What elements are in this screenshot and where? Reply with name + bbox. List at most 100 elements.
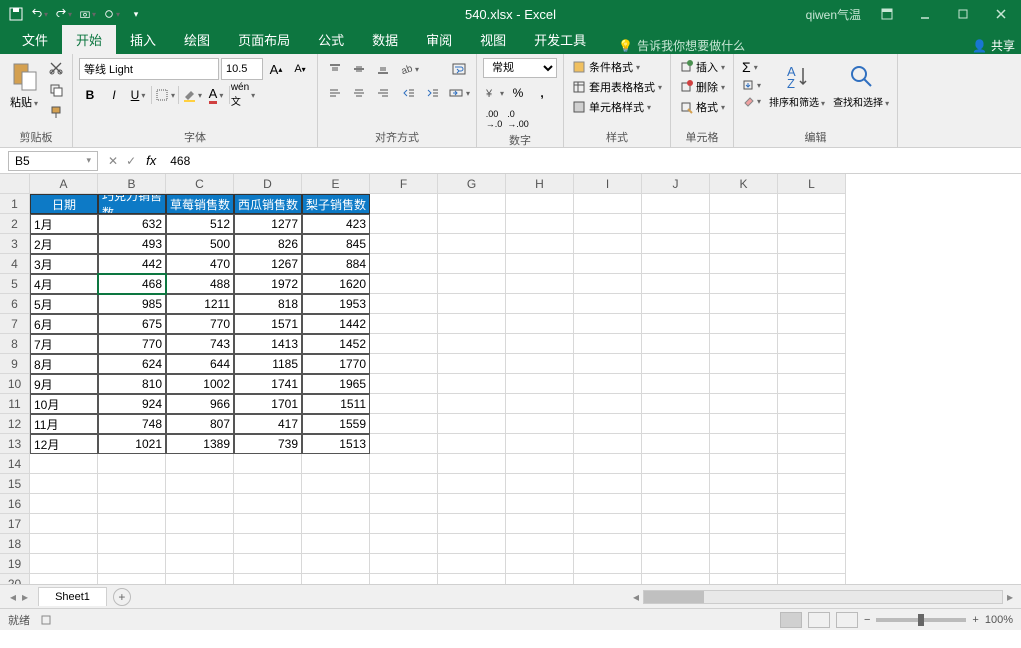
cell[interactable] — [302, 494, 370, 514]
cell[interactable] — [710, 214, 778, 234]
cell[interactable]: 1277 — [234, 214, 302, 234]
cell[interactable]: 草莓销售数 — [166, 194, 234, 214]
cell[interactable]: 966 — [166, 394, 234, 414]
camera-icon[interactable] — [80, 6, 96, 22]
cell[interactable] — [574, 294, 642, 314]
cell[interactable] — [234, 514, 302, 534]
cancel-icon[interactable]: ✕ — [108, 154, 118, 168]
cell[interactable]: 西瓜销售数 — [234, 194, 302, 214]
cell[interactable] — [98, 454, 166, 474]
cell[interactable]: 1021 — [98, 434, 166, 454]
cell[interactable] — [166, 554, 234, 574]
cell[interactable] — [166, 574, 234, 584]
cell[interactable]: 500 — [166, 234, 234, 254]
cell[interactable] — [642, 294, 710, 314]
cell[interactable]: 1571 — [234, 314, 302, 334]
tab-插入[interactable]: 插入 — [116, 25, 170, 54]
cell[interactable] — [642, 494, 710, 514]
cell[interactable] — [370, 354, 438, 374]
column-header[interactable]: I — [574, 174, 642, 194]
cell[interactable]: 10月 — [30, 394, 98, 414]
cell[interactable]: 1002 — [166, 374, 234, 394]
cell[interactable] — [574, 214, 642, 234]
align-middle-icon[interactable] — [348, 58, 370, 80]
align-top-icon[interactable] — [324, 58, 346, 80]
zoom-thumb[interactable] — [918, 614, 924, 626]
maximize-icon[interactable] — [951, 2, 975, 26]
zoom-slider[interactable] — [876, 618, 966, 622]
cell[interactable] — [778, 254, 846, 274]
scroll-thumb[interactable] — [644, 591, 704, 603]
row-header[interactable]: 17 — [0, 514, 30, 534]
cell[interactable]: 739 — [234, 434, 302, 454]
cell[interactable] — [506, 254, 574, 274]
cell[interactable] — [438, 514, 506, 534]
cell[interactable]: 日期 — [30, 194, 98, 214]
cell[interactable] — [710, 394, 778, 414]
row-header[interactable]: 7 — [0, 314, 30, 334]
redo-icon[interactable] — [56, 6, 72, 22]
cell[interactable] — [642, 194, 710, 214]
align-left-icon[interactable] — [324, 82, 346, 104]
row-header[interactable]: 9 — [0, 354, 30, 374]
tab-公式[interactable]: 公式 — [304, 25, 358, 54]
cell[interactable] — [506, 334, 574, 354]
bold-button[interactable]: B — [79, 84, 101, 106]
cell[interactable] — [438, 414, 506, 434]
tell-me-box[interactable]: 💡 告诉我你想要做什么 — [618, 37, 745, 54]
row-header[interactable]: 2 — [0, 214, 30, 234]
cell[interactable]: 1972 — [234, 274, 302, 294]
number-format-select[interactable]: 常规 — [483, 58, 557, 78]
cell[interactable] — [642, 434, 710, 454]
cell[interactable] — [710, 294, 778, 314]
cell[interactable] — [302, 514, 370, 534]
cell[interactable]: 1452 — [302, 334, 370, 354]
cell[interactable]: 1月 — [30, 214, 98, 234]
cell[interactable] — [778, 534, 846, 554]
cell[interactable] — [710, 474, 778, 494]
cell[interactable] — [642, 334, 710, 354]
cell[interactable]: 743 — [166, 334, 234, 354]
sheet-tab[interactable]: Sheet1 — [38, 587, 107, 606]
cell[interactable] — [506, 554, 574, 574]
conditional-format-button[interactable]: 条件格式▾ — [570, 58, 664, 76]
cell[interactable] — [438, 394, 506, 414]
cell[interactable]: 1559 — [302, 414, 370, 434]
cell[interactable] — [438, 194, 506, 214]
scroll-track[interactable] — [643, 590, 1003, 604]
cell[interactable] — [574, 194, 642, 214]
cell[interactable]: 6月 — [30, 314, 98, 334]
delete-button[interactable]: 删除▾ — [677, 78, 727, 96]
cell[interactable] — [370, 574, 438, 584]
cell[interactable] — [642, 534, 710, 554]
row-header[interactable]: 20 — [0, 574, 30, 584]
cell[interactable]: 1953 — [302, 294, 370, 314]
insert-button[interactable]: 插入▾ — [677, 58, 727, 76]
cell[interactable] — [438, 554, 506, 574]
column-header[interactable]: G — [438, 174, 506, 194]
cell[interactable] — [370, 274, 438, 294]
decrease-decimal-icon[interactable]: .0→.00 — [507, 108, 529, 130]
cell[interactable] — [574, 354, 642, 374]
cell[interactable] — [710, 494, 778, 514]
row-header[interactable]: 15 — [0, 474, 30, 494]
cell[interactable]: 632 — [98, 214, 166, 234]
scroll-left-icon[interactable]: ◂ — [629, 590, 643, 604]
cell[interactable]: 884 — [302, 254, 370, 274]
cell[interactable] — [30, 534, 98, 554]
cell[interactable]: 1770 — [302, 354, 370, 374]
copy-icon[interactable] — [46, 80, 66, 100]
cell[interactable]: 1267 — [234, 254, 302, 274]
phonetic-icon[interactable]: wén文 — [232, 84, 254, 106]
cell[interactable] — [574, 534, 642, 554]
cell[interactable] — [370, 554, 438, 574]
cell[interactable] — [642, 554, 710, 574]
font-color-icon[interactable]: A — [205, 84, 227, 106]
tab-文件[interactable]: 文件 — [8, 25, 62, 54]
row-header[interactable]: 8 — [0, 334, 30, 354]
column-header[interactable]: F — [370, 174, 438, 194]
percent-icon[interactable]: % — [507, 82, 529, 104]
cell[interactable] — [778, 554, 846, 574]
cell[interactable]: 624 — [98, 354, 166, 374]
cell[interactable] — [370, 434, 438, 454]
